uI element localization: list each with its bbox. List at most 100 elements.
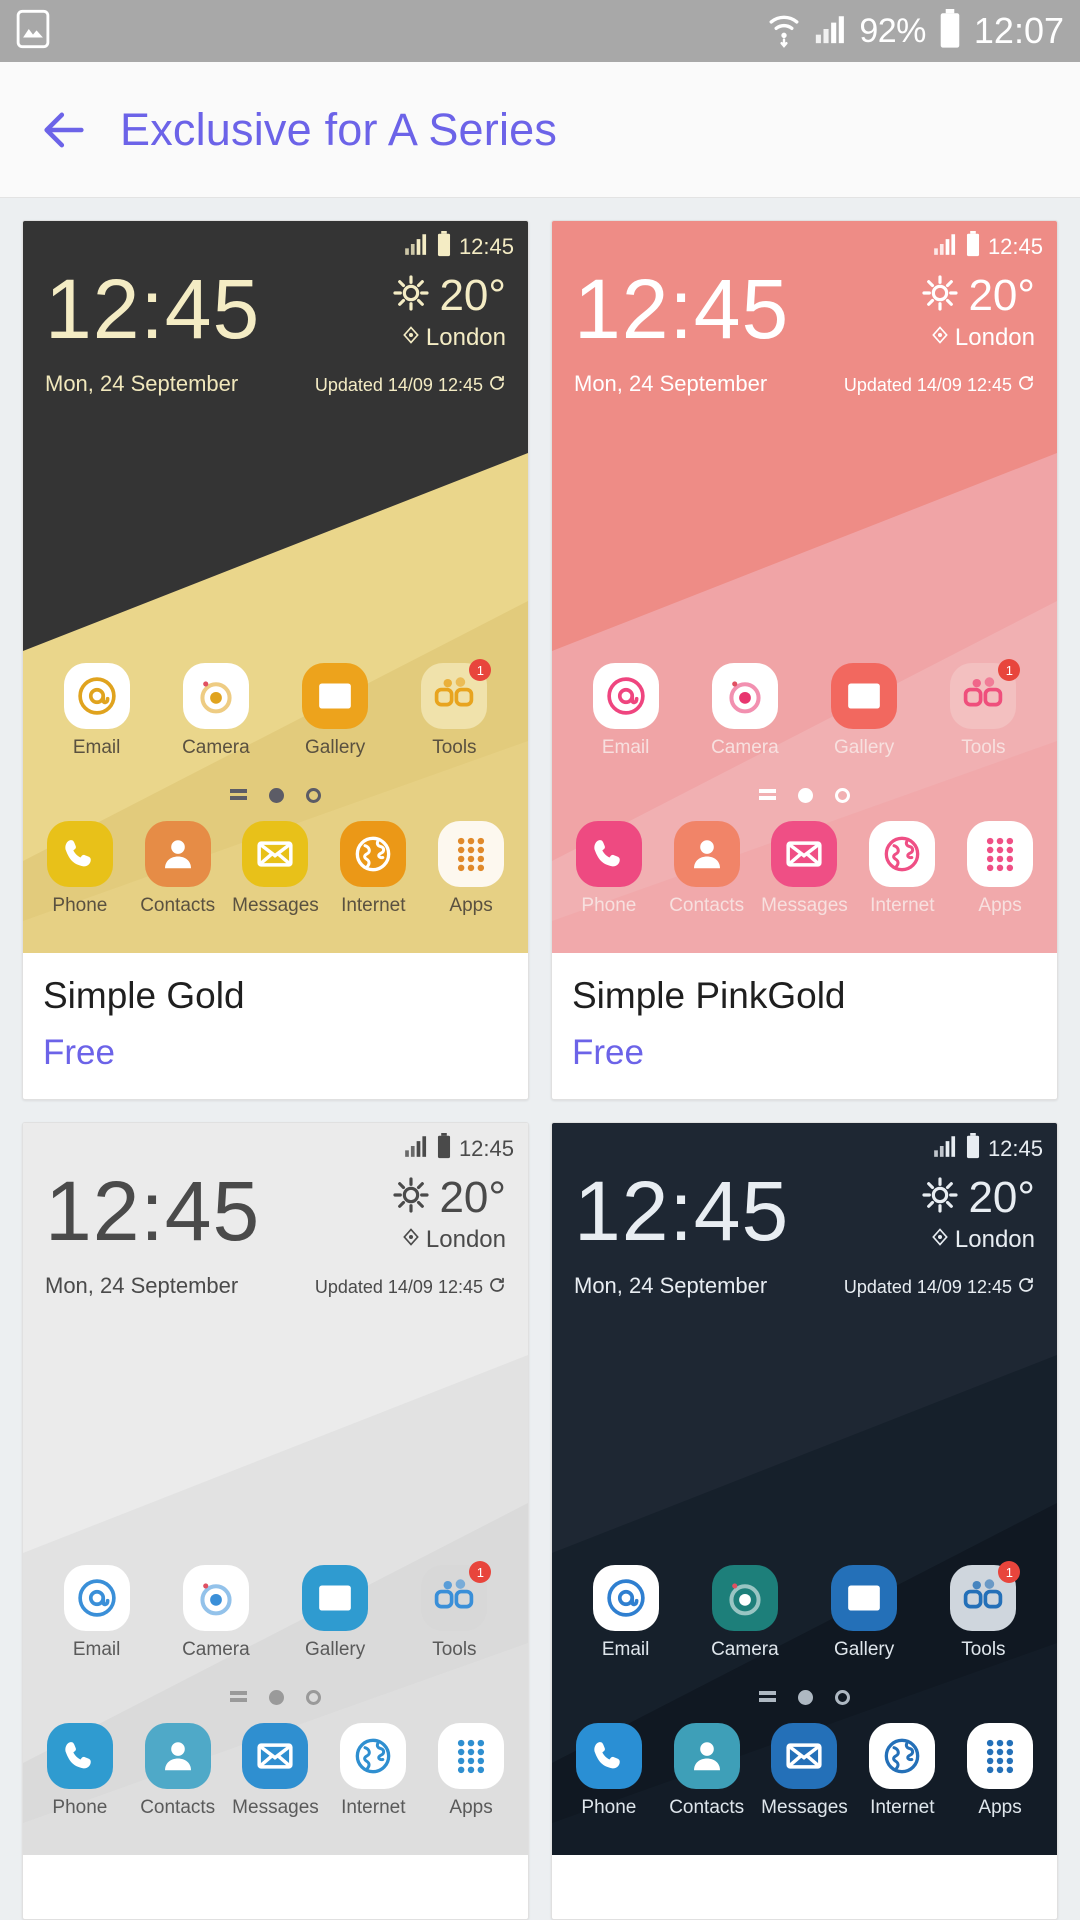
preview-app-row: Email Camera Gallery 1 Tools [23,659,528,757]
dock-app-contacts[interactable]: Contacts [663,821,751,915]
home-app-tools[interactable]: 1 Tools [939,659,1027,757]
camera-icon [711,663,778,729]
refresh-icon [488,1276,506,1299]
home-app-gallery[interactable]: Gallery [291,1565,379,1659]
theme-card-meta: Simple PinkGold Free [552,953,1057,1099]
dock-app-contacts[interactable]: Contacts [134,821,222,915]
preview-location: London [425,1226,506,1253]
home-app-tools[interactable]: 1 Tools [410,1561,498,1659]
battery-percent-label: 92% [859,11,926,50]
back-arrow-icon[interactable] [38,104,90,156]
preview-dock-row: Phone Contacts Messages Internet Apps [23,1723,528,1817]
theme-preview[interactable]: 12:45 12:45 Mon, 24 September 20° London… [23,221,528,953]
status-bar-right: 92% 12:07 [767,8,1064,54]
app-header: Exclusive for A Series [0,62,1080,198]
page-list-icon[interactable] [230,789,247,802]
sun-weather-icon [391,1175,431,1220]
preview-app-row: Email Camera Gallery 1 Tools [23,1561,528,1659]
dock-app-messages[interactable]: Messages [231,1723,319,1817]
dock-app-internet[interactable]: Internet [858,1723,946,1817]
preview-weather-widget: 20° London Updated 14/09 12:45 [844,267,1035,397]
home-app-tools[interactable]: 1 Tools [410,659,498,757]
dock-app-phone[interactable]: Phone [36,1723,124,1817]
dock-app-phone[interactable]: Phone [565,1723,653,1817]
dock-app-label: Internet [870,1797,935,1818]
home-app-camera[interactable]: Camera [701,1565,789,1659]
home-app-email[interactable]: Email [53,1565,141,1659]
contacts-person-icon [144,821,211,887]
dock-app-messages[interactable]: Messages [231,821,319,915]
home-app-gallery[interactable]: Gallery [291,663,379,757]
theme-price[interactable]: Free [43,1033,508,1073]
page-dot-inactive[interactable] [835,788,850,803]
dock-app-contacts[interactable]: Contacts [663,1723,751,1817]
home-app-gallery[interactable]: Gallery [820,663,908,757]
dock-app-label: Internet [341,1797,406,1818]
wifi-icon [767,9,801,54]
theme-card[interactable]: 12:45 12:45 Mon, 24 September 20° London… [22,1122,529,1920]
dock-app-internet[interactable]: Internet [329,1723,417,1817]
home-app-label: Email [601,737,650,758]
preview-status-bar: 12:45 [932,1133,1043,1165]
contacts-person-icon [673,1723,740,1789]
dock-app-messages[interactable]: Messages [760,1723,848,1817]
preview-updated: Updated 14/09 12:45 [843,375,1012,395]
dock-app-messages[interactable]: Messages [760,821,848,915]
home-app-email[interactable]: Email [53,663,141,757]
battery-icon [965,1133,981,1165]
location-pin-icon [401,324,421,352]
dock-app-internet[interactable]: Internet [329,821,417,915]
page-dot-inactive[interactable] [835,1690,850,1705]
page-dot-active[interactable] [798,1690,813,1705]
page-list-icon[interactable] [759,1691,776,1704]
page-list-icon[interactable] [759,789,776,802]
home-app-label: Camera [711,1639,779,1660]
preview-clock: 12:45 [574,1164,790,1258]
page-list-icon[interactable] [230,1691,247,1704]
home-app-label: Gallery [305,737,366,758]
tools-folder-icon: 1 [421,659,492,729]
dock-app-apps[interactable]: Apps [956,1723,1044,1817]
home-app-email[interactable]: Email [582,1565,670,1659]
battery-icon [436,1133,452,1165]
preview-status-bar: 12:45 [932,231,1043,263]
home-app-camera[interactable]: Camera [701,663,789,757]
preview-temperature: 20° [439,270,506,320]
page-dot-inactive[interactable] [306,788,321,803]
theme-card[interactable]: 12:45 12:45 Mon, 24 September 20° London… [22,220,529,1100]
theme-card[interactable]: 12:45 12:45 Mon, 24 September 20° London… [551,220,1058,1100]
dock-app-label: Phone [581,1797,637,1818]
home-app-gallery[interactable]: Gallery [820,1565,908,1659]
dock-app-phone[interactable]: Phone [565,821,653,915]
home-app-tools[interactable]: 1 Tools [939,1561,1027,1659]
theme-preview[interactable]: 12:45 12:45 Mon, 24 September 20° London… [552,1123,1057,1855]
dock-app-contacts[interactable]: Contacts [134,1723,222,1817]
preview-app-row: Email Camera Gallery 1 Tools [552,659,1057,757]
phone-handset-icon [575,1723,642,1789]
phone-handset-icon [46,1723,113,1789]
preview-status-clock: 12:45 [458,234,514,259]
dock-app-phone[interactable]: Phone [36,821,124,915]
contacts-person-icon [144,1723,211,1789]
email-at-icon [63,663,130,729]
page-dot-active[interactable] [269,1690,284,1705]
preview-date: Mon, 24 September [574,1273,768,1298]
theme-title: Simple Gold [43,975,245,1016]
dock-app-internet[interactable]: Internet [858,821,946,915]
theme-preview[interactable]: 12:45 12:45 Mon, 24 September 20° London… [552,221,1057,953]
theme-preview[interactable]: 12:45 12:45 Mon, 24 September 20° London… [23,1123,528,1855]
apps-grid-icon [967,821,1034,887]
theme-price[interactable]: Free [572,1033,1037,1073]
preview-status-clock: 12:45 [987,234,1043,259]
dock-app-apps[interactable]: Apps [956,821,1044,915]
home-app-email[interactable]: Email [582,663,670,757]
page-dot-active[interactable] [269,788,284,803]
dock-app-apps[interactable]: Apps [427,1723,515,1817]
theme-card[interactable]: 12:45 12:45 Mon, 24 September 20° London… [551,1122,1058,1920]
home-app-camera[interactable]: Camera [172,663,260,757]
dock-app-apps[interactable]: Apps [427,821,515,915]
gallery-image-icon [302,663,369,729]
page-dot-active[interactable] [798,788,813,803]
page-dot-inactive[interactable] [306,1690,321,1705]
home-app-camera[interactable]: Camera [172,1565,260,1659]
